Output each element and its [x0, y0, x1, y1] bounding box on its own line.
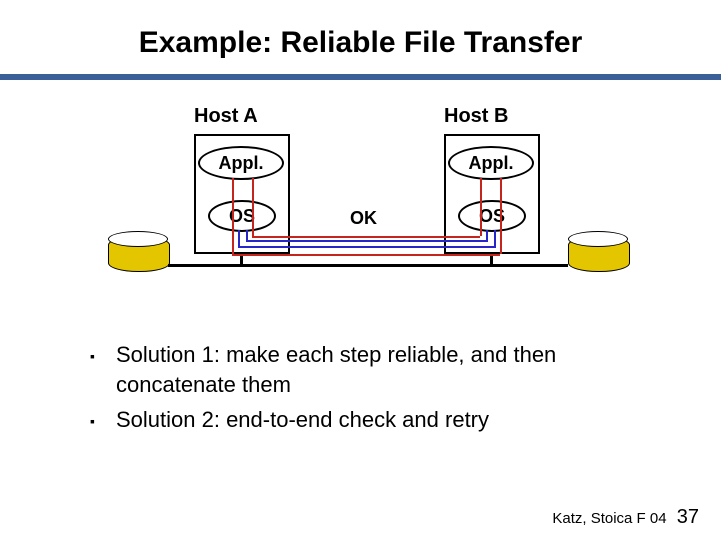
- bullet-text: Solution 2: end-to-end check and retry: [116, 405, 489, 435]
- page-number: 37: [677, 506, 699, 528]
- blue-line: [238, 230, 240, 246]
- blue-line: [246, 230, 248, 240]
- title-rule: [0, 74, 721, 80]
- red-line: [232, 254, 500, 256]
- bullet-icon: ▪: [90, 340, 116, 399]
- blue-line: [238, 246, 496, 248]
- blue-line: [494, 230, 496, 246]
- host-b-os: OS: [458, 200, 526, 232]
- blue-line: [486, 230, 488, 240]
- host-a-os: OS: [208, 200, 276, 232]
- footer-credit: Katz, Stoica F 04: [552, 510, 666, 527]
- host-b-label: Host B: [444, 105, 508, 128]
- network-link: [168, 264, 568, 267]
- host-a-appl: Appl.: [198, 146, 284, 180]
- host-a-label: Host A: [194, 105, 258, 128]
- red-line: [480, 178, 482, 236]
- host-b-appl: Appl.: [448, 146, 534, 180]
- bullet-item: ▪ Solution 2: end-to-end check and retry: [90, 405, 670, 435]
- footer: Katz, Stoica F 04 37: [552, 506, 699, 529]
- disk-a: [108, 236, 170, 272]
- red-line: [252, 236, 480, 238]
- bullet-text: Solution 1: make each step reliable, and…: [116, 340, 670, 399]
- red-line: [500, 178, 502, 254]
- page-title: Example: Reliable File Transfer: [0, 26, 721, 60]
- blue-line: [246, 240, 488, 242]
- bullet-item: ▪ Solution 1: make each step reliable, a…: [90, 340, 670, 399]
- ok-label: OK: [350, 208, 377, 229]
- disk-b: [568, 236, 630, 272]
- bullet-icon: ▪: [90, 405, 116, 435]
- red-line: [252, 178, 254, 236]
- red-line: [232, 178, 234, 254]
- bullet-list: ▪ Solution 1: make each step reliable, a…: [90, 340, 670, 441]
